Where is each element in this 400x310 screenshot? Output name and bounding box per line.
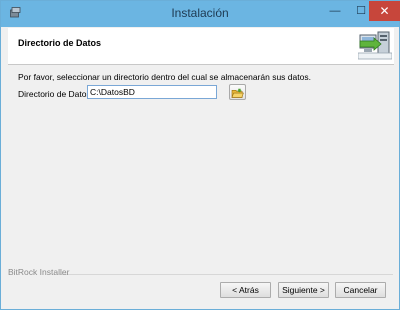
instruction-text: Por favor, seleccionar un directorio den… xyxy=(18,72,311,82)
data-directory-input[interactable] xyxy=(87,85,217,99)
installer-brand: BitRock Installer xyxy=(8,267,70,277)
content-area: Por favor, seleccionar un directorio den… xyxy=(8,65,394,269)
data-directory-label: Directorio de Datos xyxy=(18,89,91,99)
footer-separator xyxy=(60,274,393,275)
minimize-button[interactable]: — xyxy=(322,1,348,21)
back-button[interactable]: < Atrás xyxy=(220,282,271,298)
computer-install-icon xyxy=(358,31,392,60)
folder-open-icon xyxy=(231,88,244,98)
cancel-button[interactable]: Cancelar xyxy=(335,282,386,298)
browse-button[interactable] xyxy=(229,84,246,100)
next-button[interactable]: Siguiente > xyxy=(278,282,329,298)
title-bar[interactable]: Instalación — ☐ ✕ xyxy=(1,1,400,27)
close-button[interactable]: ✕ xyxy=(369,1,400,21)
page-header: Directorio de Datos xyxy=(8,28,394,65)
installer-window: Instalación — ☐ ✕ Directorio de Datos Po… xyxy=(0,0,400,310)
page-title: Directorio de Datos xyxy=(18,38,102,48)
